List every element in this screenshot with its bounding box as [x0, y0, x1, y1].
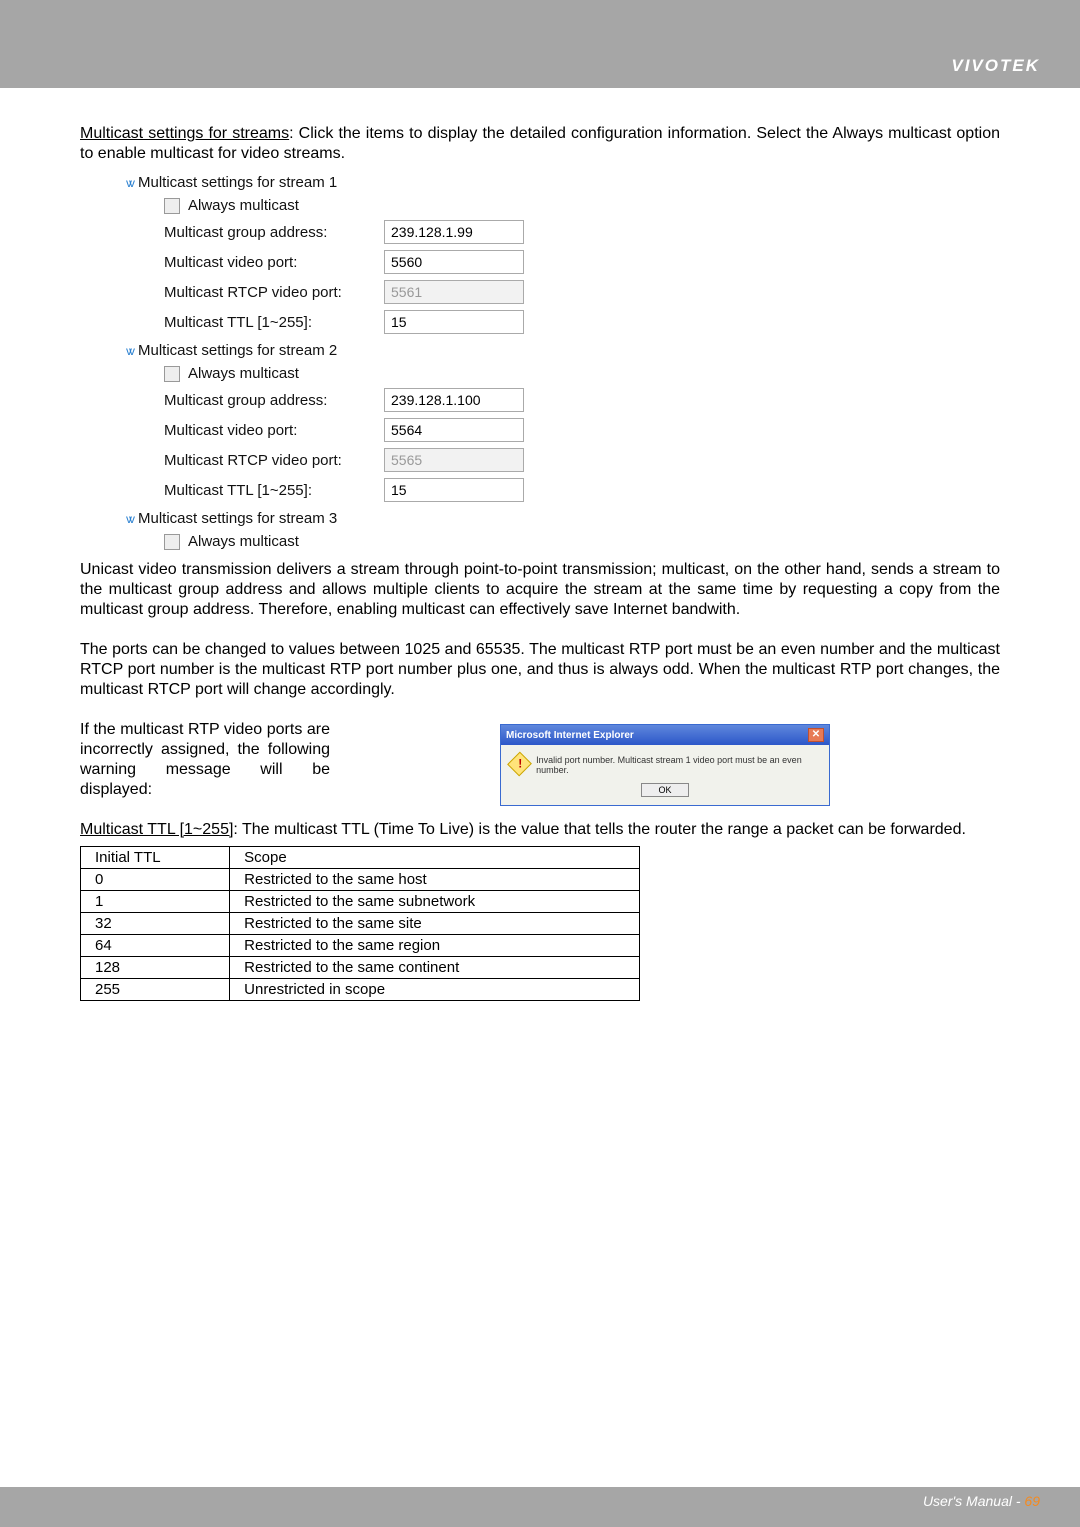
- unicast-paragraph: Unicast video transmission delivers a st…: [80, 560, 1000, 620]
- s2-rtcp-lbl: Multicast RTCP video port:: [164, 452, 384, 469]
- warning-intro: If the multicast RTP video ports are inc…: [80, 720, 330, 800]
- s2-vport-input[interactable]: [384, 418, 524, 442]
- stream3-header[interactable]: vv Multicast settings for stream 3: [126, 510, 1000, 527]
- stream2-always-checkbox[interactable]: [164, 366, 180, 382]
- chevron-down-icon: vv: [126, 344, 132, 358]
- table-row: 255Unrestricted in scope: [81, 979, 640, 1001]
- footer-text: User's Manual -: [923, 1493, 1024, 1509]
- s1-group-lbl: Multicast group address:: [164, 224, 384, 241]
- s1-vport-lbl: Multicast video port:: [164, 254, 384, 271]
- s2-ttl-input[interactable]: [384, 478, 524, 502]
- stream1-title: Multicast settings for stream 1: [138, 174, 337, 191]
- s1-vport-input[interactable]: [384, 250, 524, 274]
- stream1-always-row: Always multicast: [164, 197, 1000, 214]
- s1-ttl-lbl: Multicast TTL [1~255]:: [164, 314, 384, 331]
- ports-paragraph: The ports can be changed to values betwe…: [80, 640, 1000, 700]
- table-row: 64Restricted to the same region: [81, 935, 640, 957]
- page-footer: User's Manual - 69: [923, 1493, 1040, 1509]
- s2-ttl-lbl: Multicast TTL [1~255]:: [164, 482, 384, 499]
- table-row: 0Restricted to the same host: [81, 869, 640, 891]
- s2-group-lbl: Multicast group address:: [164, 392, 384, 409]
- stream1-header[interactable]: vv Multicast settings for stream 1: [126, 174, 1000, 191]
- s2-group-input[interactable]: [384, 388, 524, 412]
- dialog-ok-button[interactable]: OK: [641, 783, 689, 797]
- s1-rtcp-lbl: Multicast RTCP video port:: [164, 284, 384, 301]
- stream2-title: Multicast settings for stream 2: [138, 342, 337, 359]
- ttl-paragraph: Multicast TTL [1~255]: The multicast TTL…: [80, 820, 1000, 840]
- table-header-row: Initial TTL Scope: [81, 847, 640, 869]
- stream1-always-label: Always multicast: [188, 197, 299, 214]
- content-area: Multicast settings for streams: Click th…: [0, 98, 1080, 1487]
- close-icon[interactable]: ✕: [808, 728, 824, 742]
- intro-paragraph: Multicast settings for streams: Click th…: [80, 124, 1000, 164]
- table-row: 1Restricted to the same subnetwork: [81, 891, 640, 913]
- stream1-always-checkbox[interactable]: [164, 198, 180, 214]
- brand-logo: VIVOTEK: [951, 56, 1040, 76]
- ttl-body: : The multicast TTL (Time To Live) is th…: [233, 821, 966, 838]
- intro-heading: Multicast settings for streams: [80, 125, 289, 142]
- chevron-down-icon: vv: [126, 512, 132, 526]
- stream3-always-row: Always multicast: [164, 533, 1000, 550]
- th-scope: Scope: [230, 847, 640, 869]
- s1-group-input[interactable]: [384, 220, 524, 244]
- th-initial-ttl: Initial TTL: [81, 847, 230, 869]
- stream3-always-checkbox[interactable]: [164, 534, 180, 550]
- table-row: 128Restricted to the same continent: [81, 957, 640, 979]
- stream2-header[interactable]: vv Multicast settings for stream 2: [126, 342, 1000, 359]
- header-divider: [0, 88, 1080, 98]
- warning-icon: !: [507, 752, 532, 777]
- stream2-always-row: Always multicast: [164, 365, 1000, 382]
- s1-ttl-input[interactable]: [384, 310, 524, 334]
- ttl-table: Initial TTL Scope 0Restricted to the sam…: [80, 846, 640, 1001]
- table-row: 32Restricted to the same site: [81, 913, 640, 935]
- stream3-title: Multicast settings for stream 3: [138, 510, 337, 527]
- chevron-down-icon: vv: [126, 176, 132, 190]
- dialog-titlebar: Microsoft Internet Explorer ✕: [501, 725, 829, 745]
- dialog-title-text: Microsoft Internet Explorer: [506, 730, 634, 741]
- s1-rtcp-input: [384, 280, 524, 304]
- stream3-always-label: Always multicast: [188, 533, 299, 550]
- s2-rtcp-input: [384, 448, 524, 472]
- dialog-message: Invalid port number. Multicast stream 1 …: [536, 755, 819, 775]
- page: VIVOTEK Multicast settings for streams: …: [0, 0, 1080, 1527]
- warning-dialog: Microsoft Internet Explorer ✕ ! Invalid …: [500, 724, 830, 806]
- multicast-config-panel: vv Multicast settings for stream 1 Alway…: [150, 174, 1000, 550]
- stream2-always-label: Always multicast: [188, 365, 299, 382]
- ttl-heading: Multicast TTL [1~255]: [80, 821, 233, 838]
- footer-page-number: 69: [1024, 1493, 1040, 1509]
- s2-vport-lbl: Multicast video port:: [164, 422, 384, 439]
